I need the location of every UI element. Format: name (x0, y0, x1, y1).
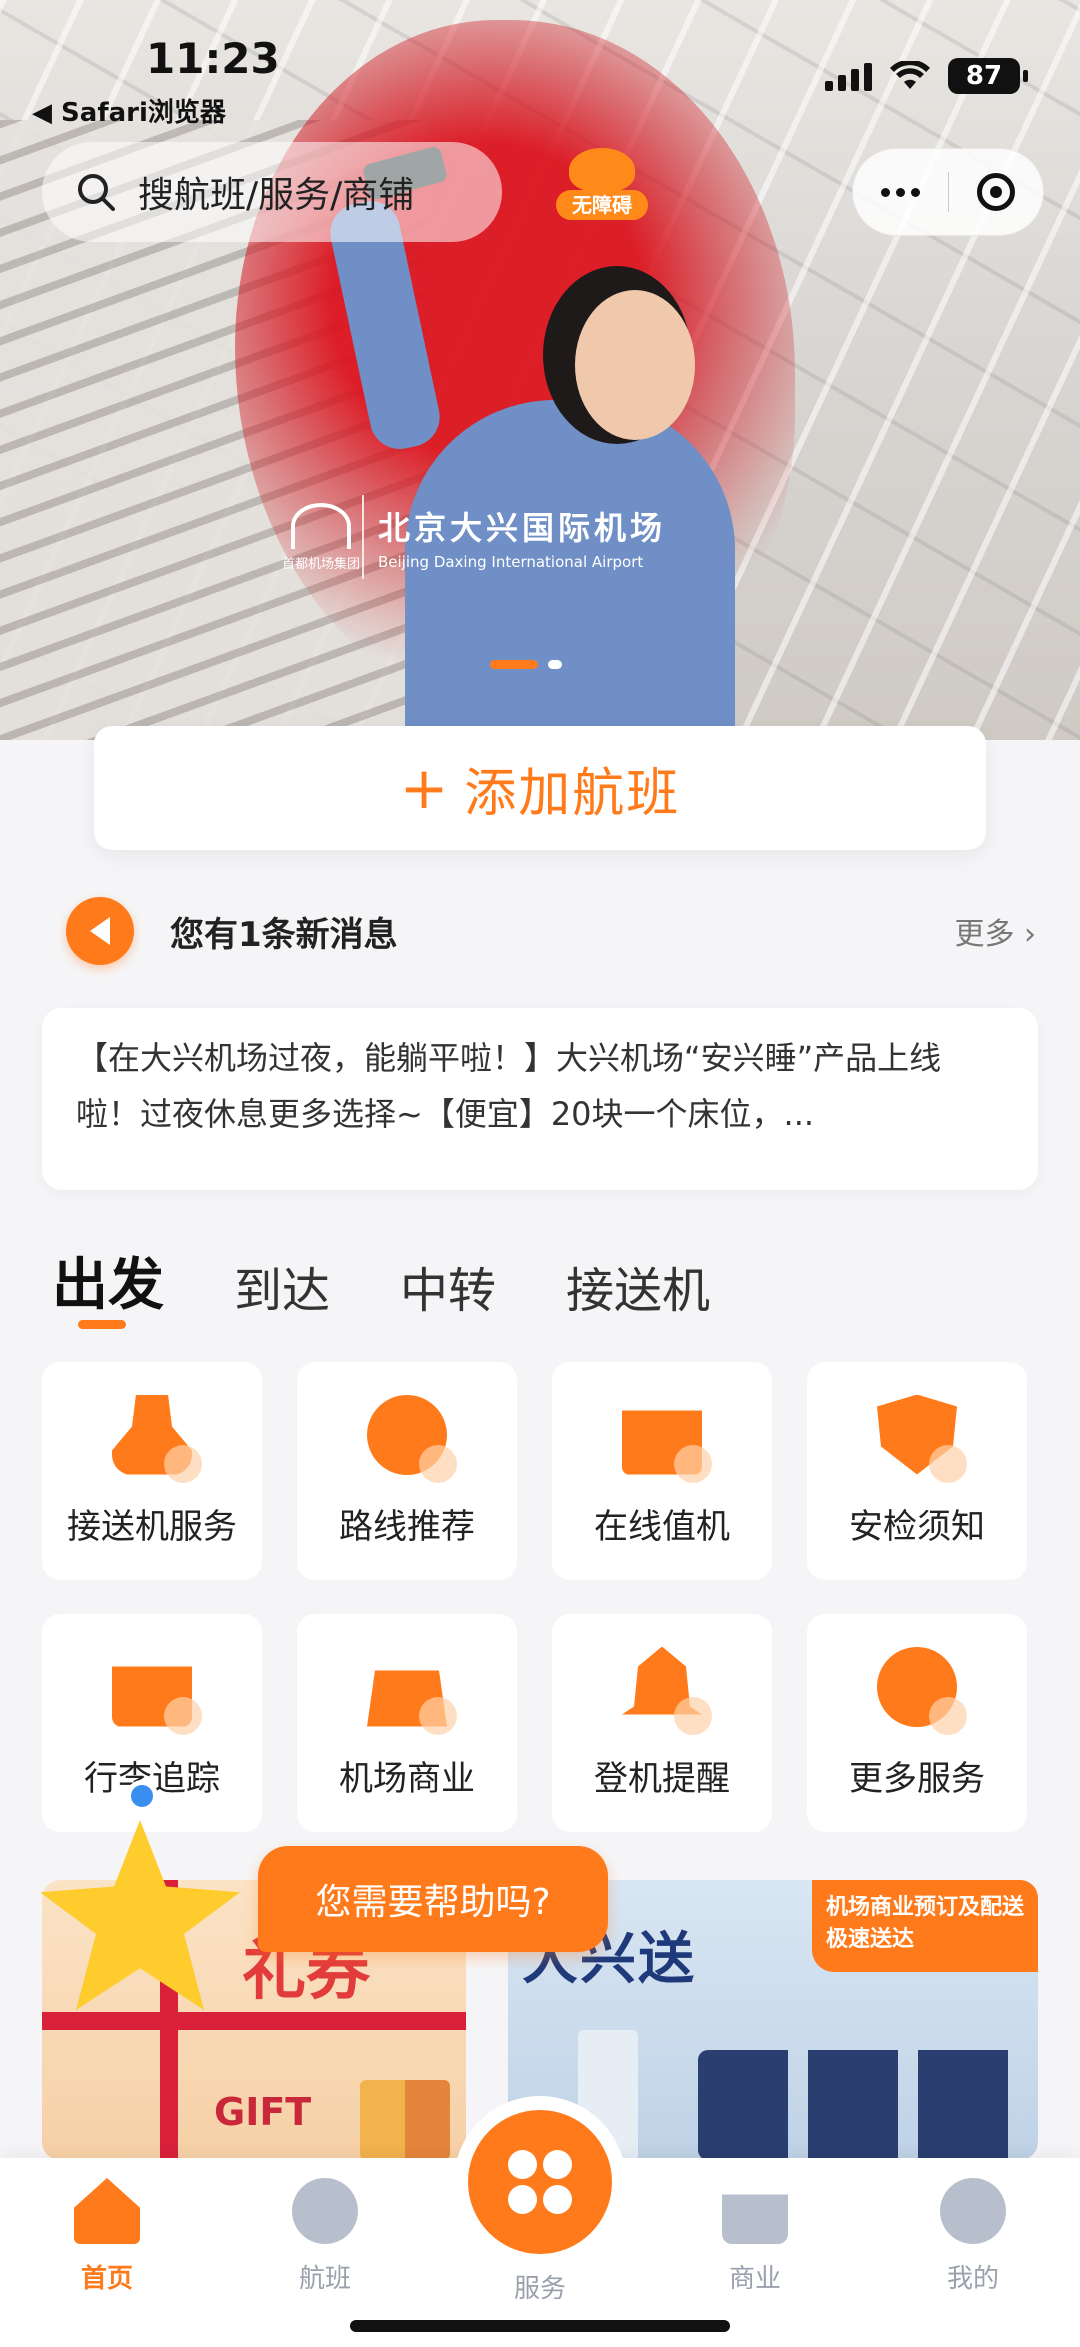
notice-title: 您有1条新消息 (170, 914, 398, 955)
tabbar-label: 首页 (80, 2264, 133, 2294)
service-label: 路线推荐 (339, 1506, 475, 1547)
shopping-bag-icon (367, 1647, 457, 1735)
wifi-icon (890, 61, 930, 89)
gift-en-label: GIFT (214, 2090, 312, 2134)
add-flight-button[interactable]: + 添加航班 (94, 726, 986, 850)
mascot-antenna-icon (126, 1780, 158, 1812)
waiting-seats-image (698, 2050, 1018, 2160)
bell-icon (622, 1646, 712, 1735)
tabbar-services-button[interactable] (468, 2110, 612, 2254)
checkin-seat-icon (622, 1395, 712, 1483)
service-checkin-card[interactable]: 在线值机 (552, 1362, 772, 1580)
clover-icon (508, 2150, 572, 2214)
notice-message-text: 【在大兴机场过夜，能躺平啦！】大兴机场“安兴睡”产品上线啦！过夜休息更多选择~【… (76, 1039, 942, 1133)
service-label: 登机提醒 (594, 1758, 730, 1799)
accessibility-label: 无障碍 (556, 190, 648, 220)
add-flight-label: 添加航班 (464, 763, 681, 824)
carousel-dot-active (490, 660, 538, 669)
ribbon-decoration (42, 2012, 466, 2030)
tab-departure[interactable]: 出发 (52, 1240, 164, 1329)
status-icons: 87 (825, 58, 1028, 94)
tabbar-commerce[interactable]: 商业 (690, 2178, 820, 2295)
service-label: 安检须知 (849, 1506, 985, 1547)
shopping-bag-icon (722, 2194, 788, 2244)
notice-header: 您有1条新消息 更多 › (66, 896, 1036, 966)
tab-pickup[interactable]: 接送机 (566, 1251, 710, 1321)
heart-icon (569, 148, 635, 192)
carousel-indicator (490, 660, 562, 669)
tabbar-label: 我的 (946, 2264, 999, 2294)
tabbar-label: 航班 (298, 2264, 351, 2294)
status-time: 11:23 (146, 34, 280, 83)
service-commerce-card[interactable]: 机场商业 (297, 1614, 517, 1832)
pickup-person-icon (112, 1394, 202, 1483)
tabbar-home[interactable]: 首页 (42, 2178, 172, 2295)
target-icon (976, 173, 1015, 211)
carousel-dot (548, 660, 562, 669)
back-to-safari-link[interactable]: ◀ Safari浏览器 (32, 92, 226, 129)
tab-transfer[interactable]: 中转 (400, 1251, 496, 1321)
more-dots-icon (877, 1646, 967, 1735)
group-caption: 首都机场集团 (281, 556, 360, 572)
route-icon (367, 1394, 457, 1483)
service-security-card[interactable]: 安检须知 (807, 1362, 1027, 1580)
home-icon (74, 2178, 140, 2244)
services-grid: 接送机服务 路线推荐 在线值机 安检须知 行李追踪 机场商业 登机提醒 更多服务 (42, 1362, 1028, 1832)
tabbar-services-label: 服务 (513, 2274, 566, 2304)
tabbar-flights[interactable]: 航班 (260, 2178, 390, 2295)
flight-mode-tabs: 出发 到达 中转 接送机 (52, 1240, 710, 1329)
service-label: 在线值机 (594, 1506, 730, 1547)
notice-message-card[interactable]: 【在大兴机场过夜，能躺平啦！】大兴机场“安兴睡”产品上线啦！过夜休息更多选择~【… (42, 1008, 1038, 1190)
service-label: 机场商业 (339, 1758, 475, 1799)
baggage-icon (112, 1647, 202, 1735)
service-more-card[interactable]: 更多服务 (807, 1614, 1027, 1832)
notice-more-link[interactable]: 更多 › (954, 909, 1036, 953)
search-bar[interactable]: 搜航班/服务/商铺 (42, 142, 502, 242)
group-logo-icon: 首都机场集团 (280, 495, 364, 579)
search-placeholder: 搜航班/服务/商铺 (138, 175, 415, 216)
assistant-mascot[interactable] (40, 1780, 240, 2010)
airport-logo: 首都机场集团 北京大兴国际机场 Beijing Daxing Internati… (280, 492, 780, 582)
star-mascot-icon (40, 1820, 240, 2010)
plus-icon: + (399, 754, 449, 822)
more-menu-button[interactable] (853, 187, 948, 197)
tabbar-me[interactable]: 我的 (908, 2178, 1038, 2295)
delivery-tag: 机场商业预订及配送极速送达 (812, 1880, 1038, 1972)
battery-icon: 87 (948, 58, 1028, 94)
service-label: 更多服务 (849, 1758, 985, 1799)
service-boarding-card[interactable]: 登机提醒 (552, 1614, 772, 1832)
airport-name-cn: 北京大兴国际机场 (378, 509, 667, 547)
miniprogram-capsule (852, 148, 1044, 236)
tab-arrival[interactable]: 到达 (234, 1251, 330, 1321)
cellular-signal-icon (825, 61, 872, 91)
tabbar-label: 商业 (728, 2264, 781, 2294)
shopping-bags-image (360, 2080, 450, 2160)
search-icon (78, 174, 115, 211)
speaker-icon (66, 897, 134, 965)
service-label: 接送机服务 (67, 1506, 237, 1547)
service-pickup-card[interactable]: 接送机服务 (42, 1362, 262, 1580)
security-shield-icon (877, 1394, 967, 1483)
close-miniprogram-button[interactable] (948, 173, 1043, 211)
help-bubble[interactable]: 您需要帮助吗? (258, 1846, 608, 1952)
home-indicator[interactable] (350, 2320, 730, 2332)
plane-icon (292, 2178, 358, 2244)
service-route-card[interactable]: 路线推荐 (297, 1362, 517, 1580)
user-icon (940, 2178, 1006, 2244)
accessibility-button[interactable]: 无障碍 (556, 148, 648, 228)
airport-name-en: Beijing Daxing International Airport (378, 553, 644, 571)
